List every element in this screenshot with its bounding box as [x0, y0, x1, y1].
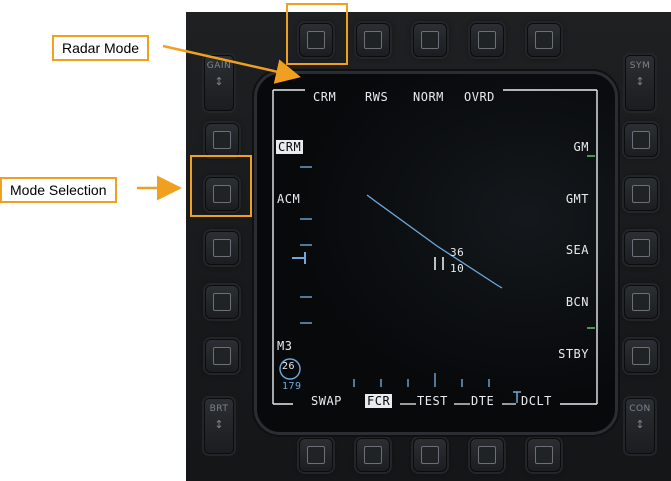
azimuth-ticks [353, 373, 490, 387]
range-ticks [300, 166, 312, 324]
cursor-upper-value: 36 [450, 246, 465, 259]
osb-top-5[interactable] [527, 23, 561, 57]
top-label-crm: CRM [313, 90, 337, 104]
left-label-m3: M3 [277, 339, 293, 353]
osb-top-3[interactable] [413, 23, 447, 57]
gain-rocker[interactable]: GAIN ↕ [204, 55, 234, 111]
sym-rocker-label: SYM [629, 61, 651, 71]
bottom-label-dclt: DCLT [521, 394, 552, 408]
bottom-label-test: TEST [417, 394, 448, 408]
callout-radar-mode: Radar Mode [52, 35, 150, 61]
top-label-rws: RWS [365, 90, 389, 104]
top-label-norm: NORM [413, 90, 444, 104]
osb-right-5[interactable] [624, 339, 658, 373]
range-scale-value: 26 [282, 361, 296, 372]
osb-bottom-3[interactable] [413, 438, 447, 472]
left-label-acm: ACM [277, 192, 301, 206]
azimuth-value: 179 [282, 381, 302, 392]
osb-top-2[interactable] [356, 23, 390, 57]
acquisition-cursor-icon[interactable] [434, 257, 444, 270]
osb-bottom-4[interactable] [470, 438, 504, 472]
bottom-label-dte: DTE [471, 394, 495, 408]
osb-left-4[interactable] [205, 285, 239, 319]
osb-left-1[interactable] [205, 123, 239, 157]
con-rocker-label: CON [629, 404, 651, 414]
osb-bottom-2[interactable] [356, 438, 390, 472]
sym-rocker[interactable]: SYM ↕ [625, 55, 655, 111]
fcr-symbology [272, 89, 598, 405]
track-line [366, 194, 503, 289]
osb-right-4[interactable] [624, 285, 658, 319]
osb-top-4[interactable] [470, 23, 504, 57]
gain-rocker-label: GAIN [206, 61, 232, 71]
rocker-arrows-icon: ↕ [635, 418, 645, 431]
osb-left-3[interactable] [205, 231, 239, 265]
right-label-gm: GM [573, 140, 589, 154]
right-label-sea: SEA [565, 243, 589, 257]
callout-mode-selection: Mode Selection [0, 177, 117, 203]
altitude-caret-icon [292, 252, 306, 264]
rocker-arrows-icon: ↕ [635, 75, 645, 88]
right-label-gmt: GMT [565, 192, 589, 206]
cursor-lower-value: 10 [450, 262, 465, 275]
osb-bottom-1[interactable] [299, 438, 333, 472]
bottom-label-fcr-selected: FCR [365, 394, 393, 408]
osb-left-5[interactable] [205, 339, 239, 373]
left-label-crm-selected: CRM [276, 140, 304, 154]
brt-rocker[interactable]: BRT ↕ [204, 398, 234, 454]
rocker-arrows-icon: ↕ [214, 75, 224, 88]
con-rocker[interactable]: CON ↕ [625, 398, 655, 454]
osb-right-3[interactable] [624, 231, 658, 265]
bottom-label-swap: SWAP [311, 394, 342, 408]
right-label-bcn: BCN [565, 295, 589, 309]
right-label-stby: STBY [558, 347, 589, 361]
rocker-arrows-icon: ↕ [214, 418, 224, 431]
osb-bottom-5[interactable] [527, 438, 561, 472]
t-marker-icon [513, 391, 521, 403]
osb-right-2[interactable] [624, 177, 658, 211]
osb-right-1[interactable] [624, 123, 658, 157]
mfd-screen: CRM RWS NORM OVRD CRM ACM M3 GM GMT SEA … [254, 71, 618, 435]
top-label-ovrd: OVRD [464, 90, 495, 104]
highlight-mode-selection-osb [190, 155, 252, 217]
brt-rocker-label: BRT [209, 404, 229, 414]
highlight-radar-mode-osb [286, 3, 348, 65]
